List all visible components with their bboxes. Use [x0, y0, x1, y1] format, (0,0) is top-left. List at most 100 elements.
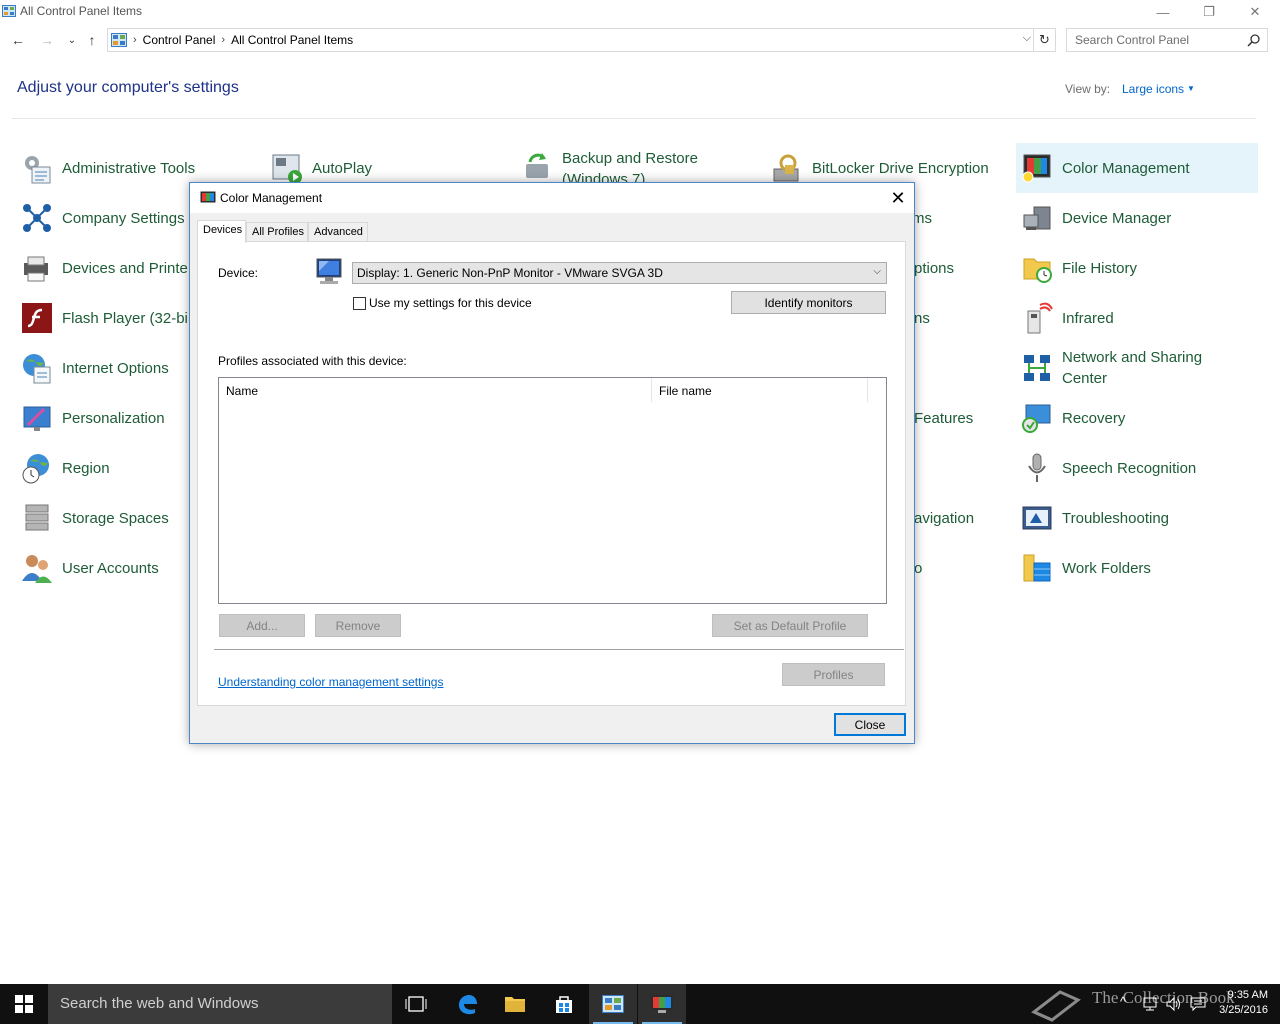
- taskbar-search-input[interactable]: Search the web and Windows: [48, 984, 392, 1024]
- item-label: avigation: [914, 509, 975, 527]
- item-infrared[interactable]: Infrared: [1016, 294, 1114, 342]
- identify-monitors-button[interactable]: Identify monitors: [731, 291, 886, 314]
- column-header-file-name[interactable]: File name: [652, 378, 868, 402]
- minimize-button[interactable]: —: [1140, 0, 1186, 24]
- item-label: Troubleshooting: [1062, 509, 1170, 527]
- storage-spaces-icon: [25, 504, 49, 531]
- breadcrumb-separator[interactable]: ›: [133, 34, 137, 46]
- item-label: Region: [62, 459, 110, 477]
- color-management-icon: [200, 191, 216, 203]
- item-label: File History: [1062, 259, 1138, 277]
- breadcrumb-separator[interactable]: ›: [221, 34, 225, 46]
- item-internet-options[interactable]: Internet Options: [16, 344, 169, 392]
- item-region[interactable]: Region: [16, 444, 110, 492]
- task-view-button[interactable]: [392, 984, 440, 1024]
- back-button[interactable]: ←: [8, 30, 28, 50]
- item-label: Device Manager: [1062, 209, 1172, 227]
- color-management-taskbar-button[interactable]: [638, 984, 686, 1024]
- item-label: Devices and Printe: [62, 259, 188, 277]
- item-label: Internet Options: [62, 359, 169, 377]
- store-button[interactable]: [540, 984, 588, 1024]
- item-file-history[interactable]: File History: [1016, 244, 1137, 292]
- search-input[interactable]: Search Control Panel: [1066, 28, 1268, 52]
- color-management-icon: [1022, 154, 1051, 183]
- chevron-down-icon: ⌵: [873, 266, 881, 277]
- chevron-down-icon[interactable]: ⌵: [1023, 32, 1031, 45]
- personalization-icon: [23, 406, 51, 431]
- start-button[interactable]: [0, 984, 48, 1024]
- tab-advanced[interactable]: Advanced: [308, 222, 368, 242]
- dialog-close-button[interactable]: ✕: [886, 186, 910, 210]
- view-by-label: View by:: [1065, 82, 1111, 96]
- set-default-profile-button[interactable]: Set as Default Profile: [712, 614, 868, 637]
- item-flash-player[interactable]: Flash Player (32-bi: [16, 294, 188, 342]
- clock[interactable]: 9:35 AM 3/25/2016: [1204, 988, 1268, 1018]
- control-panel-taskbar-button[interactable]: [589, 984, 637, 1024]
- taskbar: Search the web and Windows The Collectio…: [0, 984, 1280, 1024]
- window-titlebar: All Control Panel Items — ❐ ✕: [0, 0, 1280, 24]
- divider: [214, 649, 904, 650]
- use-my-settings-checkbox[interactable]: [353, 297, 366, 310]
- search-icon: [1247, 34, 1260, 47]
- windows-logo-icon: [15, 995, 33, 1013]
- restore-button[interactable]: ❐: [1186, 0, 1232, 24]
- chevron-up-icon[interactable]: ^: [1120, 994, 1126, 1009]
- view-by-dropdown[interactable]: Large icons: [1122, 82, 1184, 96]
- color-management-dialog: Color Management ✕ Devices All Profiles …: [189, 182, 915, 744]
- forward-button[interactable]: →: [37, 30, 57, 50]
- autoplay-icon: [272, 154, 302, 184]
- book-watermark-icon: [1031, 990, 1081, 1022]
- item-label: Backup and Restore (Windows 7): [562, 150, 698, 184]
- remove-button[interactable]: Remove: [315, 614, 401, 637]
- close-button[interactable]: Close: [834, 713, 906, 736]
- item-troubleshooting[interactable]: Troubleshooting: [1016, 494, 1169, 542]
- infrared-icon: [1027, 302, 1053, 334]
- item-administrative-tools[interactable]: Administrative Tools: [16, 144, 195, 192]
- chevron-down-icon[interactable]: ▼: [1187, 84, 1195, 93]
- item-device-manager[interactable]: Device Manager: [1016, 194, 1171, 242]
- item-speech-recognition[interactable]: Speech Recognition: [1016, 444, 1196, 492]
- item-storage-spaces[interactable]: Storage Spaces: [16, 494, 169, 542]
- item-user-accounts[interactable]: User Accounts: [16, 544, 159, 592]
- tab-devices[interactable]: Devices: [197, 220, 246, 243]
- item-work-folders[interactable]: Work Folders: [1016, 544, 1151, 592]
- refresh-button[interactable]: ↻: [1034, 28, 1056, 52]
- device-dropdown[interactable]: Display: 1. Generic Non-PnP Monitor - VM…: [352, 262, 887, 284]
- item-personalization[interactable]: Personalization: [16, 394, 165, 442]
- add-button[interactable]: Add...: [219, 614, 305, 637]
- up-button[interactable]: ↑: [82, 30, 102, 50]
- edge-icon: [459, 995, 477, 1015]
- item-company-settings[interactable]: Company Settings: [16, 194, 185, 242]
- item-label: Company Settings: [62, 209, 185, 227]
- item-backup-restore[interactable]: Backup and Restore (Windows 7): [516, 144, 712, 184]
- item-label: Features: [914, 409, 974, 427]
- breadcrumb-control-panel[interactable]: Control Panel: [143, 33, 216, 47]
- item-label: ms: [912, 209, 932, 227]
- profiles-button[interactable]: Profiles: [782, 663, 885, 686]
- close-window-button[interactable]: ✕: [1232, 0, 1278, 24]
- tab-all-profiles[interactable]: All Profiles: [246, 222, 308, 242]
- recovery-icon: [1022, 404, 1051, 433]
- item-label: Recovery: [1062, 409, 1126, 427]
- profiles-label: Profiles associated with this device:: [218, 354, 407, 368]
- item-recovery[interactable]: Recovery: [1016, 394, 1125, 442]
- network-icon[interactable]: [1142, 996, 1158, 1012]
- use-my-settings-label[interactable]: Use my settings for this device: [369, 296, 532, 310]
- dialog-title: Color Management: [220, 191, 323, 205]
- profiles-list[interactable]: Name File name: [218, 377, 887, 604]
- recent-locations-button[interactable]: ⌄: [62, 30, 82, 50]
- flash-player-icon: [22, 303, 52, 333]
- breadcrumb-all-items[interactable]: All Control Panel Items: [231, 33, 353, 47]
- item-color-management[interactable]: Color Management: [1016, 143, 1258, 193]
- edge-button[interactable]: [443, 984, 491, 1024]
- item-devices-printers[interactable]: Devices and Printe: [16, 244, 188, 292]
- item-network-sharing[interactable]: Network and Sharing Center: [1016, 344, 1222, 392]
- printer-icon: [24, 256, 48, 282]
- clock-date: 3/25/2016: [1219, 1004, 1268, 1016]
- understanding-color-management-link[interactable]: Understanding color management settings: [218, 675, 443, 689]
- file-explorer-button[interactable]: [491, 984, 539, 1024]
- column-header-name[interactable]: Name: [219, 378, 652, 402]
- address-bar[interactable]: › Control Panel › All Control Panel Item…: [107, 28, 1034, 52]
- volume-icon[interactable]: [1166, 996, 1182, 1012]
- window-title: All Control Panel Items: [20, 4, 143, 18]
